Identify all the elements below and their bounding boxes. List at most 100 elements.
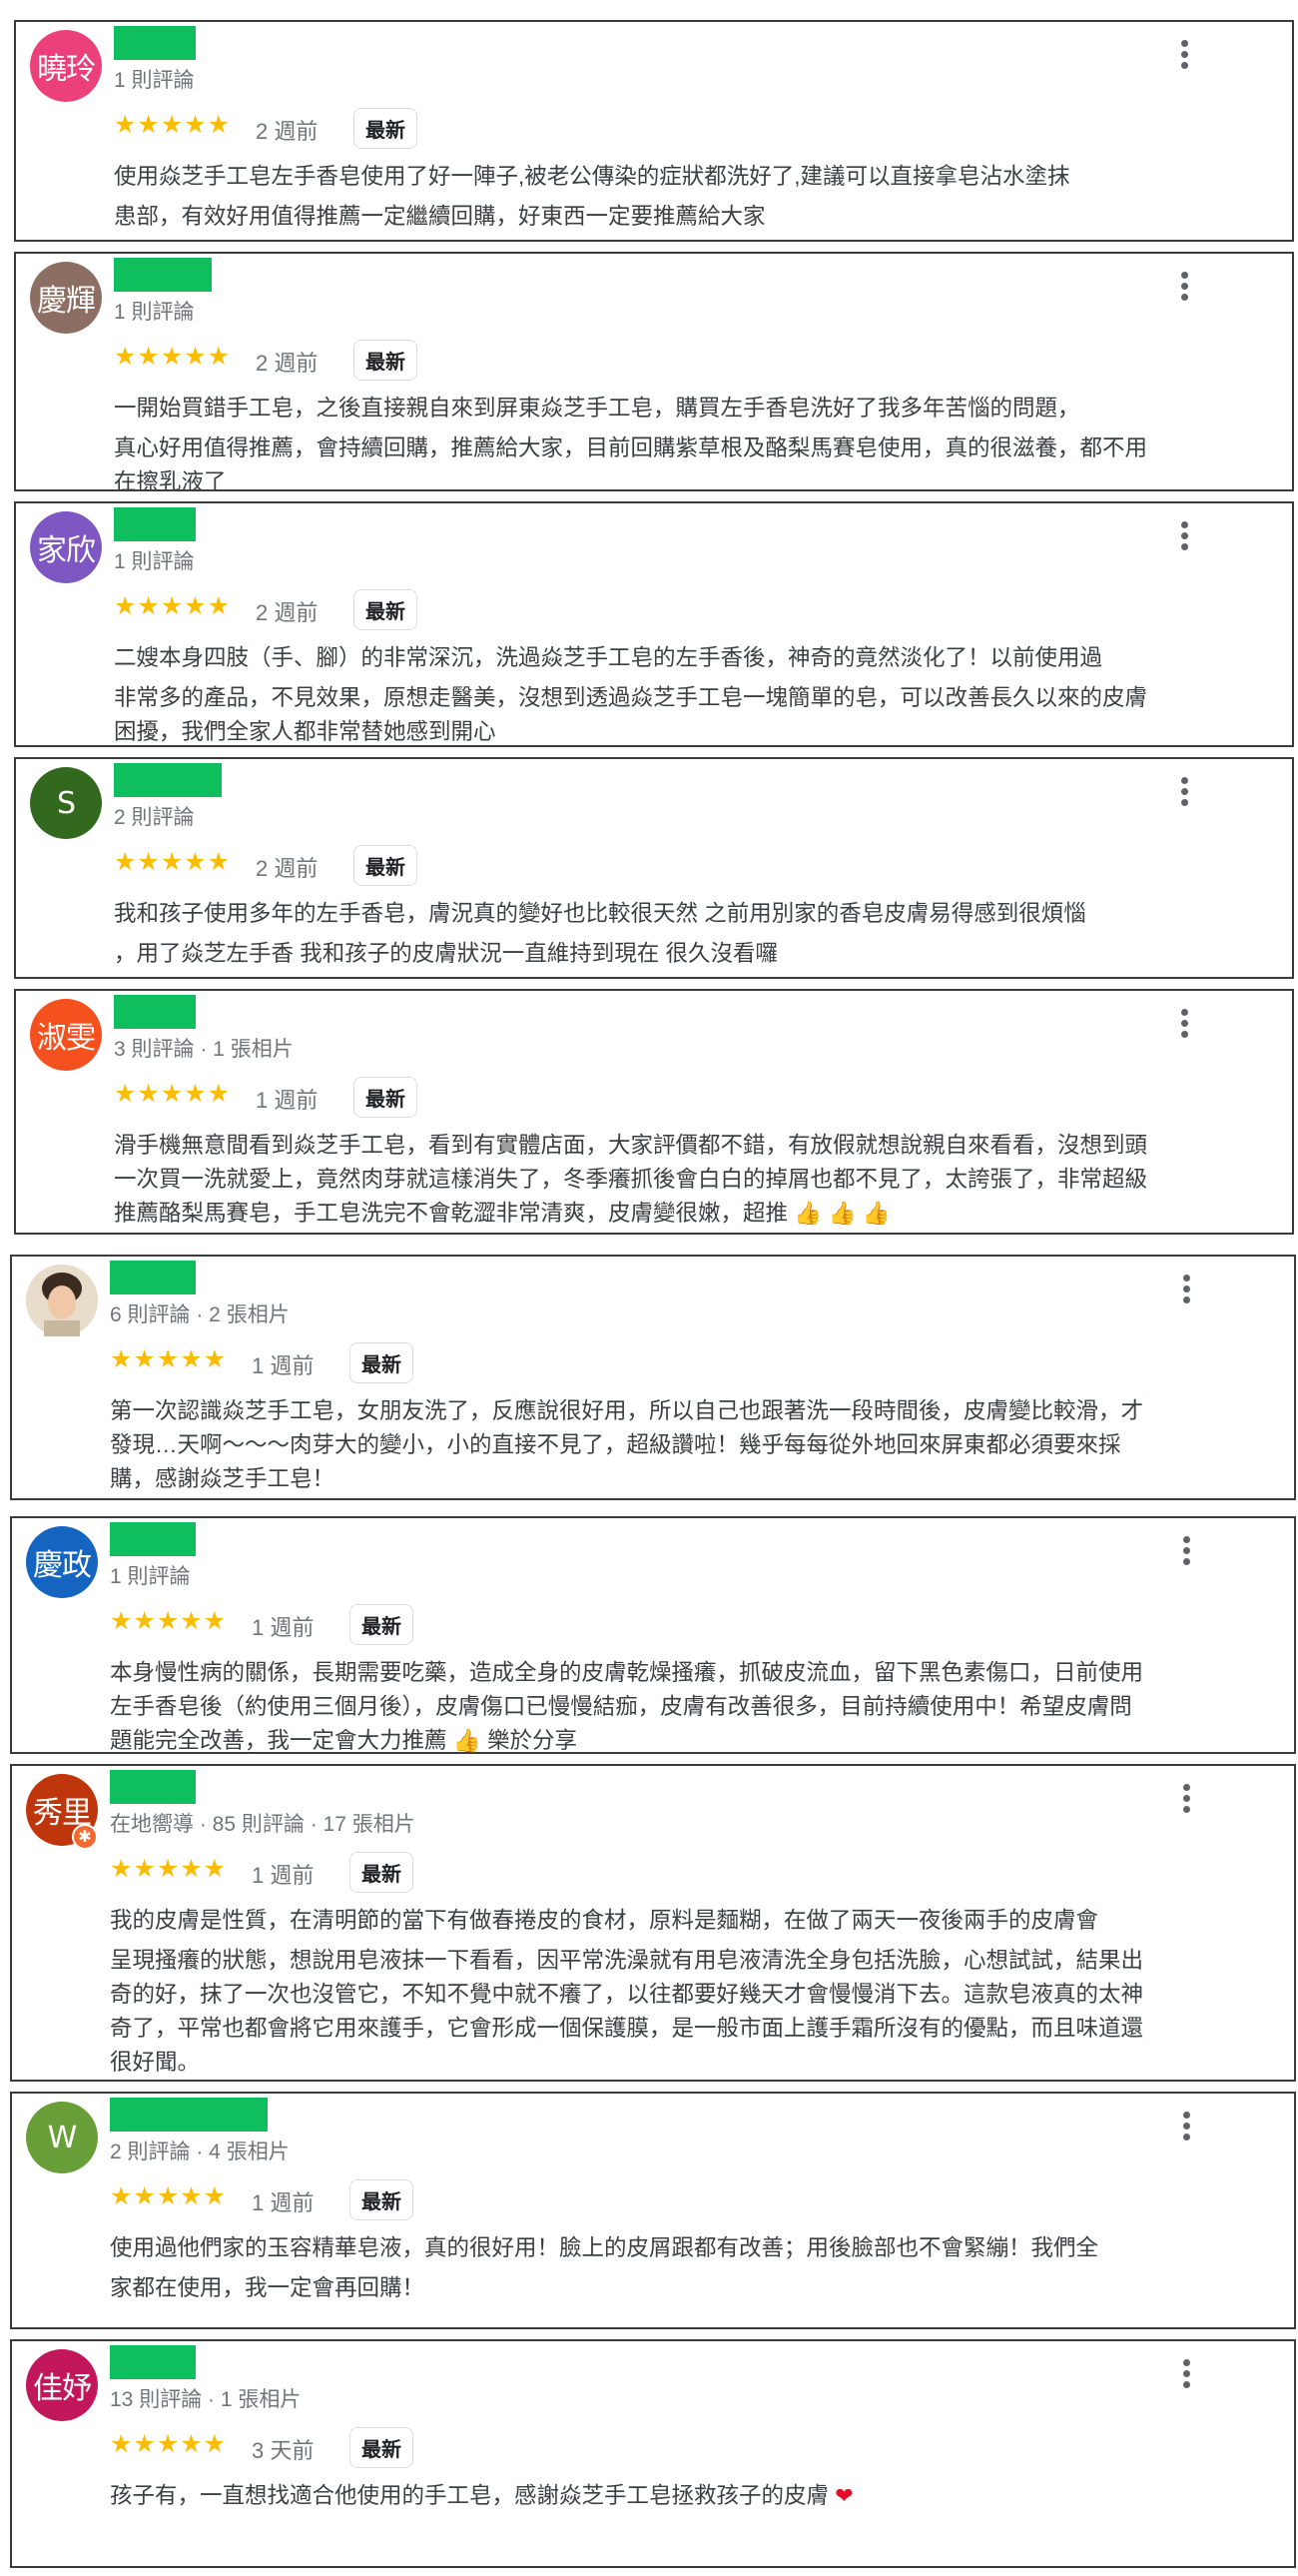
rating-stars: ★★★★★ bbox=[110, 2430, 228, 2458]
review-text-line: 本身慢性病的關係，長期需要吃藥，造成全身的皮膚乾燥搔癢，抓破皮流血，留下黑色素傷… bbox=[110, 1656, 1226, 1690]
review-text-segment: ，一直想找適合他使用的手工皂，感謝焱芝手工皂拯救孩子的皮膚 ❤ bbox=[177, 2483, 854, 2509]
avatar[interactable]: 慶輝 bbox=[30, 262, 102, 334]
review-text-line: 我和孩子使用多年的左手香皂，膚況真的變好也比較很天然 之前用別家的香皂皮膚易得感… bbox=[114, 897, 1224, 937]
review-card: 家欣 1 則評論 ★★★★★ 2 週前 最新 二嫂本身四肢（手、腳）的非常深沉，洗過焱芝手… bbox=[14, 501, 1294, 747]
review-text-line: 呈現搔癢的狀態，想說用皂液抹一下看看，因平常洗澡就有用皂液清洗全身包括洗臉，心想… bbox=[110, 1944, 1226, 1978]
reviewer-name-redacted[interactable] bbox=[114, 507, 196, 541]
avatar[interactable]: W bbox=[26, 2102, 98, 2173]
reviewer-meta[interactable]: 13 則評論 · 1 張相片 bbox=[110, 2383, 301, 2413]
avatar[interactable] bbox=[26, 1265, 98, 1336]
review-date: 1 週前 bbox=[252, 1863, 315, 1888]
review-text-line: 奇的好，抹了一次也沒管它，不知不覺中就不癢了，以往都要好幾天才會慢慢消下去。這款… bbox=[110, 1978, 1226, 2012]
review-text: 一開始買錯手工皂，之後直接親自來到屏東焱芝手工皂，購買左手香皂洗好了我多年苦惱的… bbox=[114, 392, 1224, 499]
reviewer-name-redacted[interactable] bbox=[110, 1261, 196, 1294]
reviewer-name-redacted[interactable] bbox=[110, 2345, 196, 2379]
review-text: 二嫂本身四肢（手、腳）的非常深沉，洗過焱芝手工皂的左手香後，神奇的竟然淡化了！以… bbox=[114, 641, 1224, 749]
review-text-segment: 非常深沉，洗過焱芝手工皂的左手香後，神奇的竟然淡化了！以前使用過 bbox=[383, 645, 1103, 670]
review-text-segment: 性質，在清明節的當下有做春捲皮的食材，原料是麵糊，在做了兩天一夜後兩手的皮膚會 bbox=[222, 1908, 1099, 1933]
review-text-segment: 真心好用值得推薦，會持續回購，推薦給大家，目前回購紫草根及酪梨馬賽皂使用，真的很… bbox=[114, 435, 1148, 460]
reviewer-meta[interactable]: 1 則評論 bbox=[114, 296, 195, 326]
more-vert-icon[interactable] bbox=[1172, 268, 1196, 308]
more-vert-icon[interactable] bbox=[1172, 36, 1196, 76]
rating-stars: ★★★★★ bbox=[110, 1607, 228, 1635]
review-text-segment: 推薦酪梨馬賽皂，手工皂洗完不會乾澀非常清爽，皮膚變很嫩，超推 👍 👍 👍 bbox=[114, 1201, 891, 1226]
review-text-segment: 在擦乳液了 bbox=[114, 469, 227, 494]
reviewer-meta[interactable]: 在地嚮導 · 85 則評論 · 17 張相片 bbox=[110, 1808, 415, 1838]
more-vert-icon[interactable] bbox=[1172, 773, 1196, 813]
review-text: 孩子有，一直想找適合他使用的手工皂，感謝焱芝手工皂拯救孩子的皮膚 ❤ bbox=[110, 2479, 1226, 2519]
reviewer-name-redacted[interactable] bbox=[110, 1522, 196, 1556]
review-text-segment: 我的皮膚是 bbox=[110, 1908, 223, 1933]
reviewer-name-redacted[interactable] bbox=[114, 26, 196, 60]
review-text-segment: ，用了焱芝左手香 我和孩子的皮膚狀況一直維持到現在 很久沒看 bbox=[114, 941, 756, 966]
review-text-segment: 題能完全改善，我一定會大力推薦 👍 樂於分享 bbox=[110, 1728, 578, 1753]
review-text-segment: 購，感謝焱芝手工皂！ bbox=[110, 1466, 335, 1491]
review-text-segment: 囉 bbox=[755, 941, 779, 966]
review-date: 2 週前 bbox=[256, 351, 319, 376]
review-text-line: 滑手機無意間看到焱芝手工皂，看到有實體店面，大家評價都不錯，有放假就想說親自來看… bbox=[114, 1129, 1224, 1163]
rating-stars: ★★★★★ bbox=[110, 2182, 228, 2210]
review-card: W 2 則評論 · 4 張相片 ★★★★★ 1 週前 最新 使用過他們家的玉容精華皂液，真… bbox=[10, 2092, 1296, 2329]
review-date: 1 週前 bbox=[256, 1088, 319, 1113]
more-vert-icon[interactable] bbox=[1172, 1005, 1196, 1045]
avatar[interactable]: 家欣 bbox=[30, 511, 102, 583]
review-text-segment: 奇了，平常也都會將它用來護手，它會形成一個保護膜，是一般市面上護手霜所沒有的優點… bbox=[110, 2016, 1144, 2041]
reviewer-name-redacted[interactable] bbox=[114, 258, 212, 292]
review-card: 慶輝 1 則評論 ★★★★★ 2 週前 最新一開始買錯手工皂，之後直接親自來到屏東焱芝手… bbox=[14, 252, 1294, 494]
review-text-segment: 我和孩子使用多年的左手香皂，膚況真的變好也比較很天然 之前用別家的香皂皮膚易得 bbox=[114, 901, 974, 926]
reviewer-name-redacted[interactable] bbox=[114, 995, 196, 1029]
review-text-line: 在擦乳液了 bbox=[114, 465, 1224, 499]
more-vert-icon[interactable] bbox=[1174, 1532, 1198, 1572]
review-text-segment: 發現…天啊～～～肉芽大的變小，小的直接不見了，超級讚啦！幾乎每每從外地回來屏東都… bbox=[110, 1432, 1121, 1457]
review-text-segment: 問題， bbox=[1012, 396, 1080, 421]
rating-stars: ★★★★★ bbox=[114, 592, 232, 620]
reviewer-name-redacted[interactable] bbox=[110, 1770, 196, 1804]
review-text-segment: 呈現搔癢的狀態，想說用皂液抹一下看看，因平常洗澡就有用皂液清洗全身包括洗臉，心想… bbox=[110, 1948, 1144, 1973]
review-text-segment: 一開始買錯手工皂，之後直接親自來到屏東焱芝手工皂，購買左手香皂洗好了我多年苦惱的 bbox=[114, 396, 1013, 421]
review-text-line: 推薦酪梨馬賽皂，手工皂洗完不會乾澀非常清爽，皮膚變很嫩，超推 👍 👍 👍 bbox=[114, 1197, 1224, 1231]
review-text-segment: 左手香皂後（約使用三個月後），皮膚傷口已慢慢結痂，皮膚有改善很多，目前持續使用中… bbox=[110, 1694, 1132, 1719]
reviewer-name-redacted[interactable] bbox=[110, 2098, 268, 2132]
reviewer-name-redacted[interactable] bbox=[114, 763, 222, 797]
review-text-line: 奇了，平常也都會將它用來護手，它會形成一個保護膜，是一般市面上護手霜所沒有的優點… bbox=[110, 2012, 1226, 2046]
avatar-photo bbox=[26, 1265, 98, 1336]
reviewer-meta[interactable]: 6 則評論 · 2 張相片 bbox=[110, 1298, 290, 1328]
review-text-segment: 非常多的產品，不見效果，原想走醫美，沒想到透過焱芝手工皂一塊簡單的皂，可以改善長… bbox=[114, 685, 1148, 710]
review-card: S 2 則評論 ★★★★★ 2 週前 最新 我和孩子使用多年的左手香皂，膚況真的變好也比較… bbox=[14, 757, 1294, 979]
more-vert-icon[interactable] bbox=[1174, 1271, 1198, 1310]
newest-badge: 最新 bbox=[353, 340, 417, 381]
review-text-line: 第一次認識焱芝手工皂，女朋友洗了，反應說很好用，所以自己也跟著洗一段時間後，皮膚… bbox=[110, 1394, 1226, 1428]
newest-badge: 最新 bbox=[349, 2179, 413, 2220]
avatar[interactable]: 佳妤 bbox=[26, 2349, 98, 2421]
avatar[interactable]: S bbox=[30, 767, 102, 839]
reviewer-meta[interactable]: 3 則評論 · 1 張相片 bbox=[114, 1033, 294, 1063]
newest-badge: 最新 bbox=[353, 108, 417, 149]
more-vert-icon[interactable] bbox=[1174, 2108, 1198, 2147]
reviewer-meta[interactable]: 1 則評論 bbox=[114, 64, 195, 94]
reviewer-meta[interactable]: 1 則評論 bbox=[114, 545, 195, 575]
newest-badge: 最新 bbox=[349, 2427, 413, 2468]
review-card: 曉玲 1 則評論 ★★★★★ 2 週前 最新 使用焱芝手工皂左手香皂使用了好一陣子,被老公… bbox=[14, 20, 1294, 242]
local-guide-badge-icon: ✱ bbox=[72, 1824, 98, 1850]
review-text-segment: 一次買一洗就愛上，竟然肉芽就這樣消失了，冬季癢抓後會白白的掉屑也都不見了，太誇張… bbox=[114, 1167, 1148, 1192]
newest-badge: 最新 bbox=[353, 1077, 417, 1118]
review-date: 2 週前 bbox=[256, 119, 319, 144]
review-text-segment: 感到很煩惱 bbox=[974, 901, 1086, 926]
review-text-line: 真心好用值得推薦，會持續回購，推薦給大家，目前回購紫草根及酪梨馬賽皂使用，真的很… bbox=[114, 431, 1224, 465]
more-vert-icon[interactable] bbox=[1174, 1780, 1198, 1820]
rating-stars: ★★★★★ bbox=[114, 343, 232, 371]
review-text-line: ，用了焱芝左手香 我和孩子的皮膚狀況一直維持到現在 很久沒看囉 bbox=[114, 937, 1224, 977]
more-vert-icon[interactable] bbox=[1172, 517, 1196, 557]
reviewer-meta[interactable]: 2 則評論 bbox=[114, 801, 195, 831]
more-vert-icon[interactable] bbox=[1174, 2355, 1198, 2395]
review-text-segment: 本身慢性病的關係，長期需要吃藥，造成全身的皮膚乾燥搔癢，抓破皮流血，留下黑色素傷… bbox=[110, 1660, 1144, 1685]
review-card: 慶政 1 則評論 ★★★★★ 1 週前 最新 本身慢性病的關係，長期需要吃藥，造成全身的皮… bbox=[10, 1516, 1296, 1754]
review-text: 使用過他們家的玉容精華皂液，真的很好用！臉上的皮屑跟都有改善；用後臉部也不會緊繃… bbox=[110, 2231, 1226, 2305]
review-text-segment: 孩子有 bbox=[110, 2483, 178, 2508]
newest-badge: 最新 bbox=[349, 1342, 413, 1383]
reviewer-meta[interactable]: 2 則評論 · 4 張相片 bbox=[110, 2136, 290, 2165]
reviewer-meta[interactable]: 1 則評論 bbox=[110, 1560, 191, 1590]
avatar[interactable]: 淑雯 bbox=[30, 999, 102, 1071]
avatar[interactable]: 曉玲 bbox=[30, 30, 102, 102]
avatar[interactable]: 慶政 bbox=[26, 1526, 98, 1598]
